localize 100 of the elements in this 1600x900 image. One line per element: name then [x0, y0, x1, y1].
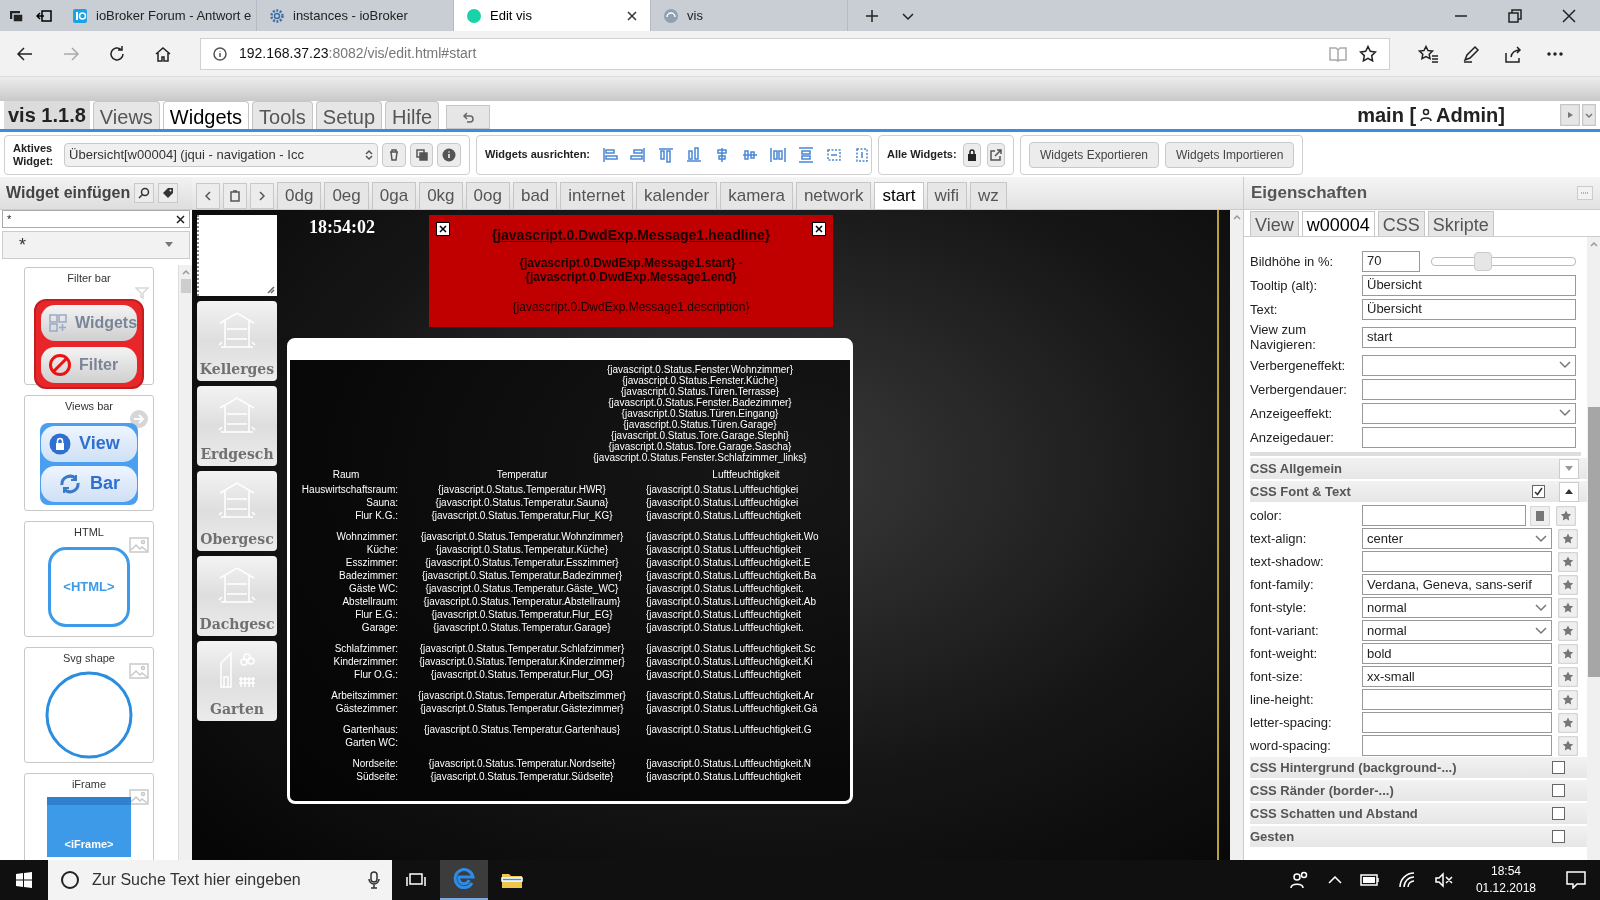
text-field[interactable]: xx-small: [1362, 666, 1552, 687]
tab-back-icon[interactable]: [36, 7, 52, 24]
toolbar-button[interactable]: Widgets Exportieren: [1029, 141, 1160, 168]
close-icon[interactable]: [626, 9, 638, 22]
text-field[interactable]: [1362, 712, 1552, 733]
page-tab[interactable]: start: [874, 182, 924, 209]
tag-button[interactable]: [158, 183, 179, 203]
select-field[interactable]: center: [1362, 528, 1552, 549]
page-tab[interactable]: 0ga: [371, 182, 417, 209]
slider-thumb[interactable]: [1473, 251, 1492, 271]
align-left-icon[interactable]: [602, 146, 619, 163]
page-tab[interactable]: kamera: [720, 182, 793, 209]
taskbar-search-field[interactable]: Zur Suche Text hier eingeben: [48, 860, 392, 900]
scrollbar-thumb[interactable]: [180, 279, 191, 293]
align-right-icon[interactable]: [630, 146, 647, 163]
star-button-icon[interactable]: [1558, 574, 1578, 595]
text-field[interactable]: start: [1362, 326, 1576, 348]
align-top-icon[interactable]: [658, 146, 675, 163]
windows-icon[interactable]: [16, 872, 32, 888]
toolbar-button[interactable]: Widgets Importieren: [1165, 141, 1295, 168]
text-field[interactable]: [1362, 689, 1552, 710]
star-button-icon[interactable]: [1558, 735, 1578, 756]
filter-field[interactable]: *: [2, 210, 190, 228]
navigation-button[interactable]: Obergesc: [197, 471, 277, 551]
widget-card[interactable]: HTML <HTML>: [24, 521, 154, 637]
home-icon[interactable]: [154, 44, 172, 63]
clear-icon[interactable]: [176, 214, 185, 224]
section-toggle[interactable]: [1559, 481, 1579, 502]
menu-tab[interactable]: Hilfe: [385, 101, 440, 129]
number-field[interactable]: 70: [1362, 250, 1420, 272]
select-field[interactable]: normal: [1362, 597, 1552, 618]
star-button-icon[interactable]: [1558, 689, 1578, 710]
section-checkbox[interactable]: [1552, 807, 1565, 820]
page-tab[interactable]: 0kg: [419, 182, 463, 209]
search-button[interactable]: [134, 183, 155, 203]
delete-button[interactable]: [382, 142, 406, 167]
book-icon[interactable]: [1329, 45, 1347, 62]
property-tab[interactable]: Skripte: [1427, 211, 1494, 236]
notification-icon[interactable]: [1566, 871, 1586, 889]
align-bottom-icon[interactable]: [686, 146, 703, 163]
lock-button[interactable]: [962, 142, 981, 167]
edge-taskbar-button[interactable]: [440, 860, 488, 900]
star-button-icon[interactable]: [1558, 643, 1578, 664]
navigation-button[interactable]: Garten: [197, 641, 277, 721]
color-field[interactable]: [1362, 505, 1526, 526]
navigation-button[interactable]: Kellerges: [197, 301, 277, 381]
undo-button[interactable]: [446, 105, 491, 129]
clipboard-button[interactable]: [223, 183, 247, 209]
property-tab[interactable]: View: [1250, 211, 1299, 236]
star-icon[interactable]: [1359, 44, 1377, 63]
distribute-horizontal-icon[interactable]: [770, 146, 787, 163]
select-field[interactable]: normal: [1362, 620, 1552, 641]
share-icon[interactable]: [1504, 44, 1522, 63]
wifi-icon[interactable]: [1397, 872, 1416, 888]
task-view-icon[interactable]: [406, 872, 426, 888]
copy-button[interactable]: [409, 142, 434, 167]
close-button[interactable]: [436, 222, 450, 236]
text-field[interactable]: Verdana, Geneva, sans-serif: [1362, 574, 1552, 595]
taskbar-clock[interactable]: 18:54 01.12.2018: [1471, 863, 1540, 897]
active-widget-select[interactable]: Übersicht[w00004] (jqui - navigation - Icc: [64, 142, 379, 167]
text-field[interactable]: [1362, 426, 1576, 448]
previous-view-button[interactable]: [196, 183, 220, 209]
star-button-icon[interactable]: [1558, 712, 1578, 733]
page-tab[interactable]: wifi: [926, 182, 968, 209]
section-checkbox[interactable]: [1552, 830, 1565, 843]
scroll-up-icon[interactable]: [181, 269, 190, 275]
same-height-icon[interactable]: [854, 146, 871, 163]
reload-icon[interactable]: [108, 44, 126, 63]
select-field[interactable]: [1362, 402, 1576, 424]
page-tab[interactable]: bad: [512, 182, 558, 209]
page-tab[interactable]: 0eg: [324, 182, 369, 209]
text-field[interactable]: Übersicht: [1362, 298, 1576, 320]
star-button-icon[interactable]: [1558, 620, 1578, 641]
people-icon[interactable]: [1289, 871, 1310, 889]
star-button-icon[interactable]: [1558, 597, 1578, 618]
favorites-icon[interactable]: [1418, 44, 1438, 63]
star-button-icon[interactable]: [1556, 505, 1576, 526]
menu-tab[interactable]: Widgets: [162, 101, 250, 129]
plus-icon[interactable]: [864, 7, 880, 24]
browser-tab[interactable]: Edit vis: [454, 0, 651, 31]
property-tab[interactable]: w00004: [1301, 211, 1375, 236]
widget-card[interactable]: Views bar View Bar: [24, 395, 154, 511]
star-button-icon[interactable]: [1558, 666, 1578, 687]
color-picker-button[interactable]: [1530, 505, 1550, 526]
scrollbar-thumb[interactable]: [1587, 407, 1600, 677]
next-view-button[interactable]: [250, 183, 274, 209]
microphone-icon[interactable]: [368, 871, 380, 889]
export-button[interactable]: [986, 142, 1005, 167]
pen-icon[interactable]: [1462, 44, 1480, 63]
star-button-icon[interactable]: [1558, 551, 1578, 572]
text-field[interactable]: Übersicht: [1362, 274, 1576, 296]
widget-card[interactable]: iFrame <iFrame>: [24, 773, 154, 860]
distribute-vertical-icon[interactable]: [798, 146, 815, 163]
section-checkbox[interactable]: [1552, 784, 1565, 797]
page-tab[interactable]: network: [795, 182, 872, 209]
chevron-up-icon[interactable]: [1327, 876, 1342, 884]
play-icon[interactable]: [1560, 104, 1580, 126]
page-tab[interactable]: wz: [970, 182, 1007, 209]
resize-handle-icon[interactable]: [267, 286, 275, 294]
text-field[interactable]: bold: [1362, 643, 1552, 664]
